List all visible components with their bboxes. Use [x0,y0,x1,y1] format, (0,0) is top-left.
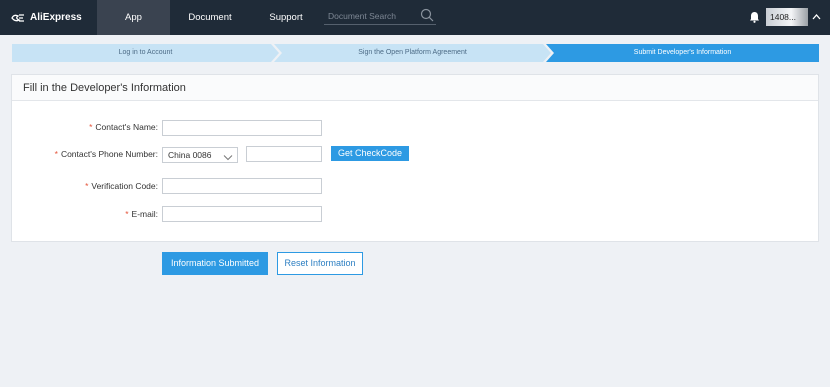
search-icon[interactable] [420,8,434,24]
nav-app-management[interactable]: App Management [97,0,170,58]
panel-title: Fill in the Developer's Information [12,75,818,101]
contact-name-input[interactable] [162,120,322,136]
step-submit-info: Submit Developer's Information [546,44,819,62]
progress-steps: Log in to Account Sign the Open Platform… [12,44,819,62]
developer-info-panel: Fill in the Developer's Information * Con… [11,74,819,242]
email-label: * E-mail: [125,209,158,219]
required-mark: * [85,181,89,191]
phone-label: * Contact's Phone Number: [54,149,158,159]
chevron-down-icon [223,151,233,165]
required-mark: * [54,149,58,159]
notification-bell-icon[interactable] [749,11,760,25]
reset-information-button[interactable]: Reset Information [277,252,363,275]
get-checkcode-button[interactable]: Get CheckCode [331,146,409,161]
nav-document[interactable]: Document [180,0,240,35]
aliexpress-logo-icon [11,13,24,22]
required-mark: * [125,209,129,219]
chevron-up-icon[interactable] [812,12,821,22]
email-input[interactable] [162,206,322,222]
verification-code-input[interactable] [162,178,322,194]
phone-number-input[interactable] [246,146,322,162]
required-mark: * [89,122,93,132]
step-log-in: Log in to Account [12,44,279,62]
nav-support[interactable]: Support [258,0,314,35]
top-nav: AliExpress App Management Document Suppo… [0,0,830,58]
user-account-name[interactable]: 1408... [766,8,808,26]
document-search [324,7,436,25]
brand-name: AliExpress [30,12,82,23]
verification-label: * Verification Code: [85,181,158,191]
country-code-value: China 0086 [168,150,212,160]
aliexpress-logo[interactable]: AliExpress [10,0,82,35]
step-sign-agreement: Sign the Open Platform Agreement [274,44,551,62]
document-search-input[interactable] [328,9,418,23]
contact-name-label: * Contact's Name: [89,122,158,132]
country-code-select[interactable]: China 0086 [162,147,238,163]
information-submitted-button[interactable]: Information Submitted [162,252,268,275]
